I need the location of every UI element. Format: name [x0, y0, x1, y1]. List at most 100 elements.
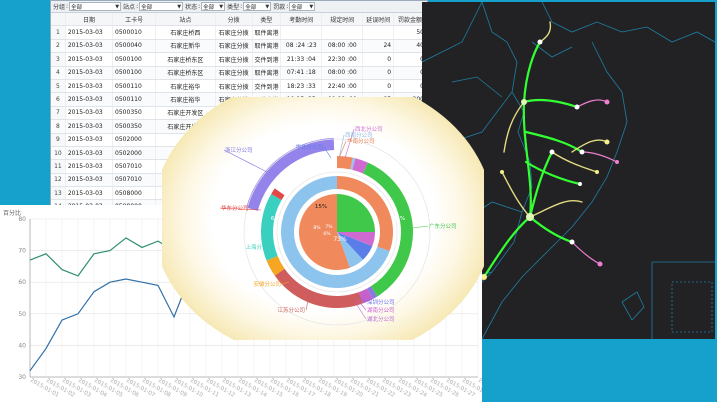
- callout-line: [338, 140, 347, 159]
- chevron-down-icon: ▼: [265, 3, 270, 10]
- route-node[interactable]: [604, 139, 610, 145]
- pie-label: 73%: [333, 236, 347, 243]
- route-node[interactable]: [604, 99, 610, 105]
- table-cell: 0: [362, 79, 395, 94]
- filter-status-select[interactable]: 全部 ▼: [201, 2, 226, 11]
- table-row[interactable]: 4 2015-03-03 0500100 石家庄桥东区 石家庄分拨 取件离港 07:41 :…: [51, 66, 427, 80]
- callout-label: 湖南分公司: [367, 306, 395, 314]
- table-cell: 2015-03-03: [65, 52, 114, 67]
- column-header[interactable]: [51, 13, 66, 27]
- filter-type-label: 类型: [227, 4, 240, 11]
- table-cell: [362, 25, 395, 40]
- table-cell: 0502000: [112, 146, 157, 161]
- callout-label: 华南分公司: [347, 137, 375, 145]
- table-cell: 5: [51, 79, 66, 94]
- table-cell: 2015-03-03: [65, 159, 114, 174]
- table-cell: 石家庄裕华: [155, 79, 216, 94]
- route-node[interactable]: [521, 99, 527, 105]
- ring-label: 6%: [329, 190, 337, 196]
- chevron-down-icon: ▼: [309, 3, 314, 10]
- route-node[interactable]: [537, 39, 543, 45]
- column-header[interactable]: 日期: [65, 13, 114, 27]
- route-node[interactable]: [500, 170, 504, 174]
- table-cell: 取件离港: [252, 39, 282, 54]
- route-node[interactable]: [615, 160, 619, 164]
- callout-label: 华东分公司: [221, 204, 249, 212]
- callout-label: 江苏分公司: [277, 306, 305, 314]
- table-cell: 0500010: [112, 25, 157, 40]
- callout-label: 华北分公司: [295, 143, 323, 151]
- callout-label: 上海分公司: [245, 243, 273, 251]
- chevron-down-icon: ▼: [219, 3, 224, 10]
- filter-status-label: 状态: [185, 4, 198, 11]
- table-cell: 石家庄分拨: [215, 52, 253, 67]
- route-node[interactable]: [579, 149, 585, 155]
- table-cell: 2: [51, 39, 66, 54]
- donut-chart-window: 15% 73% 45% 67% 8% 7% 6% 6% 西北分公司 西南分公司 华南分公司 华北分公司…: [162, 97, 484, 340]
- column-header[interactable]: 延误时间: [362, 13, 395, 27]
- hub-node[interactable]: [526, 213, 534, 221]
- route-node[interactable]: [595, 170, 599, 174]
- table-cell: 取件离港: [252, 25, 282, 40]
- table-cell: 12: [51, 173, 66, 188]
- table-row[interactable]: 1 2015-03-03 0500010 石家庄桥西 石家庄分拨 取件离港 50: [51, 25, 427, 40]
- table-cell: 石家庄分拨: [215, 66, 253, 80]
- route-node[interactable]: [578, 182, 582, 186]
- column-header[interactable]: 规定时间: [321, 13, 364, 27]
- table-row[interactable]: 3 2015-03-03 0500100 石家庄桥东区 石家庄分拨 交件到港 21:33 :…: [51, 52, 427, 67]
- chevron-down-icon: ▼: [177, 3, 182, 10]
- table-cell: 2015-03-03: [65, 39, 114, 54]
- table-cell: 2015-03-03: [65, 79, 114, 94]
- table-cell: 0507010: [112, 159, 157, 174]
- table-cell: 18:23 :33: [280, 79, 323, 94]
- table-cell: 21:33 :04: [280, 52, 323, 67]
- table-cell: 4: [51, 66, 66, 80]
- table-cell: 08:00 :00: [321, 66, 364, 80]
- table-row[interactable]: 2 2015-03-03 0500040 石家庄新华 石家庄分拨 取件离港 08 :24 :…: [51, 39, 427, 54]
- table-cell: 0500350: [112, 119, 157, 134]
- column-header[interactable]: 类型: [252, 13, 282, 27]
- donut-segment[interactable]: [337, 156, 353, 170]
- column-header[interactable]: 考勤时间: [280, 13, 323, 27]
- table-cell: 石家庄分拨: [215, 25, 253, 40]
- table-row[interactable]: 5 2015-03-03 0500110 石家庄裕华 石家庄分拨 交件到港 18:23 :3…: [51, 79, 427, 94]
- filter-type-select[interactable]: 全部 ▼: [243, 2, 272, 11]
- table-header-row: 日期 工卡号 站点 分拨 类型 考勤时间 规定时间 延误时间 罚款金额: [51, 13, 427, 27]
- filter-type: 类型: 全部 ▼: [227, 2, 272, 11]
- filter-fine-select[interactable]: 全部 ▼: [289, 2, 316, 11]
- callout-label: 西北分公司: [355, 125, 383, 133]
- table-cell: 0: [362, 52, 395, 67]
- filter-site-select[interactable]: 全部 ▼: [139, 2, 184, 11]
- table-cell: 石家庄桥东区: [155, 66, 216, 80]
- pie-label: 7%: [325, 224, 333, 230]
- route-node[interactable]: [597, 261, 603, 267]
- y-tick-label: 60: [18, 279, 26, 286]
- table-cell: 0508000: [112, 186, 157, 201]
- column-header[interactable]: 站点: [155, 13, 216, 27]
- route-node[interactable]: [569, 239, 575, 245]
- route-node[interactable]: [549, 149, 555, 155]
- table-cell: 3: [51, 52, 66, 67]
- filter-bar: 分组: 全部 ▼ 站点: 全部 ▼ 状态: 全部 ▼ 类型: 全部 ▼ 罚款: 全部 ▼: [51, 1, 427, 13]
- table-cell: 22:40 :00: [321, 79, 364, 94]
- table-cell: 2015-03-03: [65, 25, 114, 40]
- table-cell: 2015-03-03: [65, 119, 114, 134]
- callout-label: 西南分公司: [345, 131, 373, 139]
- y-tick-label: 80: [18, 216, 26, 223]
- column-header[interactable]: 工卡号: [112, 13, 157, 27]
- filter-group-select[interactable]: 全部 ▼: [69, 2, 122, 11]
- table-cell: 07:41 :18: [280, 66, 323, 80]
- table-cell: 7: [51, 106, 66, 121]
- table-cell: [321, 25, 364, 40]
- table-cell: 2015-03-03: [65, 106, 114, 121]
- table-cell: 0500100: [112, 52, 157, 67]
- table-cell: 9: [51, 133, 66, 147]
- table-cell: 13: [51, 186, 66, 201]
- column-header[interactable]: 分拨: [215, 13, 253, 27]
- table-cell: 交件到港: [252, 79, 282, 94]
- route-node[interactable]: [574, 104, 580, 110]
- table-cell: [280, 25, 323, 40]
- table-cell: 交件到港: [252, 52, 282, 67]
- table-cell: 石家庄桥西: [155, 25, 216, 40]
- table-cell: 石家庄新华: [155, 39, 216, 54]
